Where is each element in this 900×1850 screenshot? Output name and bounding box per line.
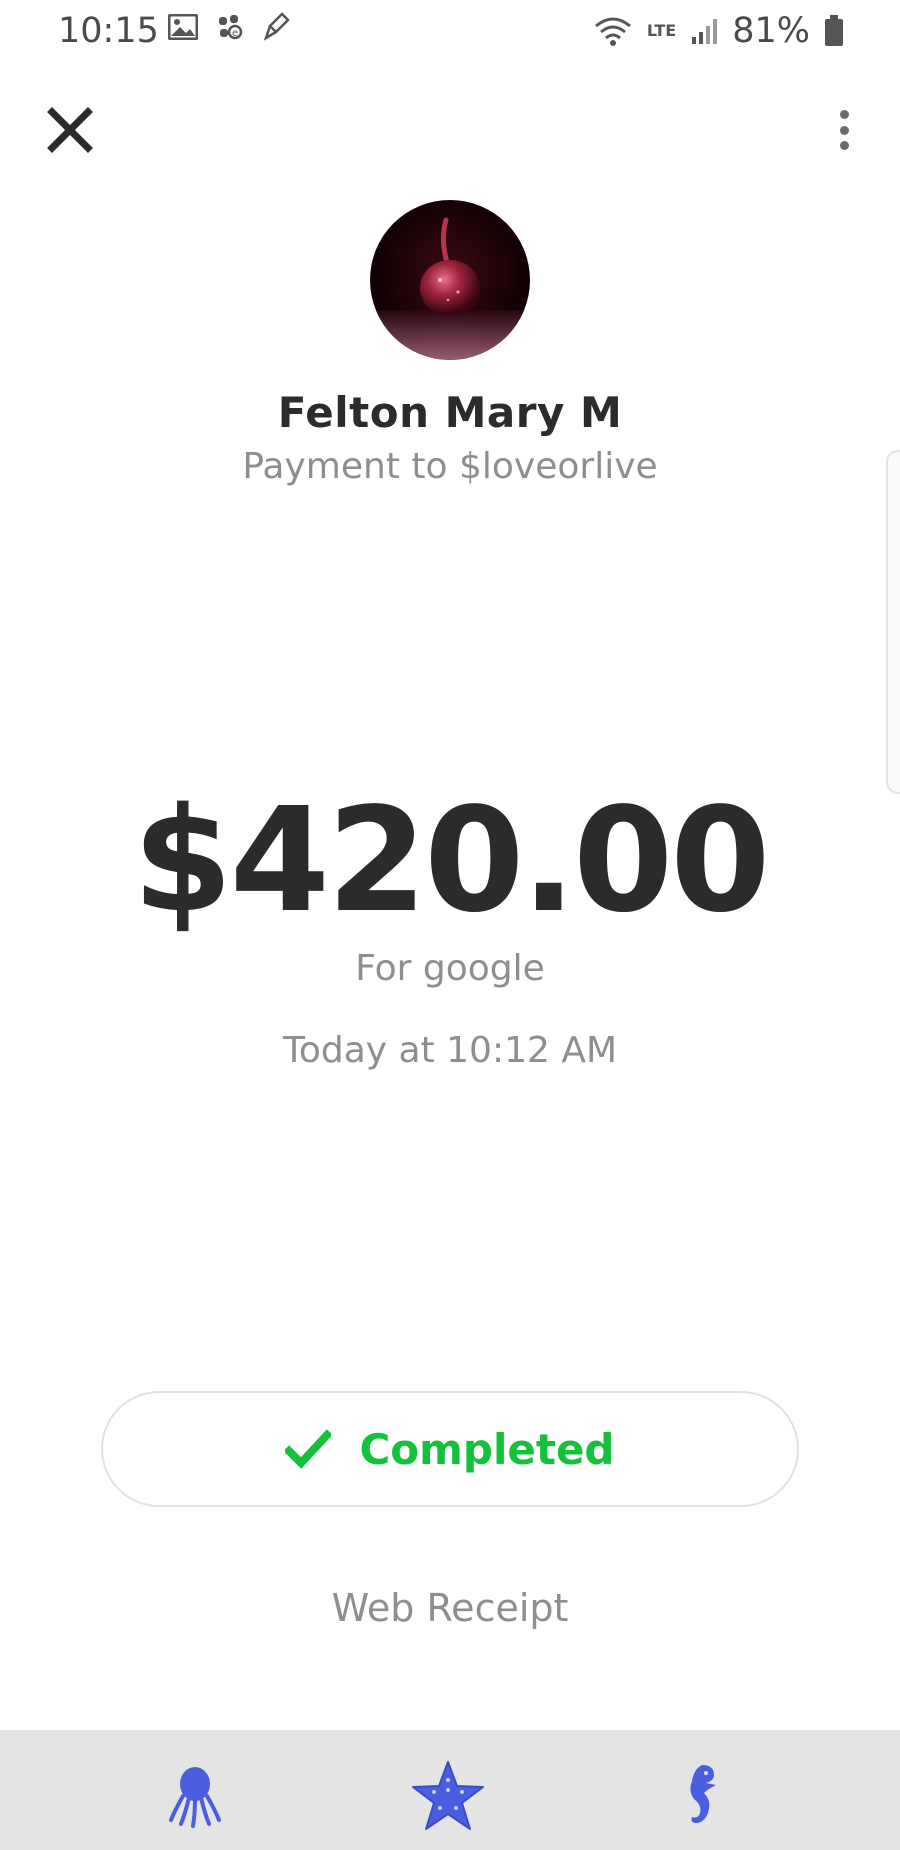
close-button[interactable] [44,104,96,156]
payment-amount: $420.00 [132,776,771,944]
payment-subtitle: Payment to $loveorlive [242,446,658,487]
side-sheet-handle [886,450,900,794]
battery-percentage: 81% [732,11,810,51]
network-type: LTE [646,21,677,40]
signal-icon [692,19,718,44]
status-badge: Completed [101,1391,799,1507]
gallery-icon [168,14,198,40]
payment-datetime: Today at 10:12 AM [282,1030,618,1071]
starfish-button[interactable] [408,1756,488,1836]
seahorse-icon [690,1765,716,1823]
web-receipt-link[interactable]: Web Receipt [0,1586,900,1630]
avatar [370,200,530,360]
octopus-button[interactable] [155,1756,235,1836]
close-icon [47,107,93,153]
status-label: Completed [359,1424,615,1474]
seahorse-button[interactable] [662,1756,742,1836]
svg-text:e: e [232,28,238,39]
slack-icon: e [219,15,243,40]
starfish-icon [412,1761,484,1830]
wifi-icon [594,17,631,46]
more-options-button[interactable] [832,104,856,156]
cherry-avatar [370,217,530,360]
battery-icon [825,15,843,46]
status-system-icons: LTE 81% [593,8,844,54]
status-time: 10:15 [58,11,159,51]
payment-note: For google [355,948,545,989]
check-icon [285,1429,332,1469]
octopus-icon [169,1767,221,1828]
more-vert-icon [839,110,849,119]
status-notification-icons: e [168,12,290,42]
recipient-name: Felton Mary M [277,388,623,437]
brush-icon [263,12,290,41]
